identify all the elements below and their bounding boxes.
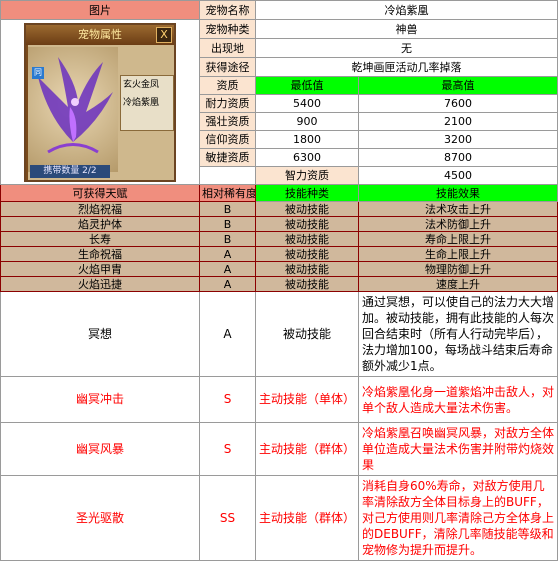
talent-row: 火焰甲胄 A 被动技能 物理防御上升 [0,261,558,277]
obtain-label: 获得途径 [199,57,256,77]
aptitude-min: 900 [255,112,359,131]
talent-rarity: A [199,261,256,277]
skill-type: 被动技能 [255,291,359,377]
obtain-value: 乾坤画匣活动几率掉落 [255,57,558,77]
talent-type: 被动技能 [255,201,359,217]
aptitude-header: 资质 [199,76,256,95]
kind-value: 神兽 [255,19,558,39]
skill-row: 圣光驱散 SS 主动技能（群体） 消耗自身60%寿命，对敌方使用几率清除敌方全体… [0,475,558,561]
talent-row: 长寿 B 被动技能 寿命上限上升 [0,231,558,247]
skill-name: 圣光驱散 [0,475,200,561]
skill-rarity: S [199,376,256,423]
aptitude-min: 4500 [358,166,558,185]
pet-attribute-window: 宠物属性 X 同 玄火金凤 冷焰紫凰 携带数量 2/2 [24,22,176,182]
talent-name: 焰灵护体 [0,216,200,232]
talent-rarity: A [199,276,256,292]
talent-effect: 寿命上限上升 [358,231,558,247]
aptitude-min: 6300 [255,148,359,167]
aptitude-label: 信仰资质 [199,130,256,149]
pet-portrait [28,46,118,172]
picture-header: 图片 [0,0,200,20]
talent-name: 火焰迅捷 [0,276,200,292]
aptitude-label: 智力资质 [255,166,359,185]
skill-type: 主动技能（群体） [255,475,359,561]
window-title: 宠物属性 [26,24,174,45]
aptitude-min: 1800 [255,130,359,149]
talent-effect: 生命上限上升 [358,246,558,262]
aptitude-max: 8700 [358,148,558,167]
aptitude-max: 7600 [358,94,558,113]
phoenix-illustration [38,56,113,153]
talent-rarity: B [199,231,256,247]
talent-effect: 法术防御上升 [358,216,558,232]
talent-type: 被动技能 [255,216,359,232]
pet-name-list[interactable]: 玄火金凤 冷焰紫凰 [120,74,174,131]
skill-name: 冥想 [0,291,200,377]
talent-name: 生命祝福 [0,246,200,262]
talent-type: 被动技能 [255,231,359,247]
talent-row: 生命祝福 A 被动技能 生命上限上升 [0,246,558,262]
pet-name-item[interactable]: 玄火金凤 [123,76,173,94]
skill-type: 主动技能（单体） [255,376,359,423]
skill-effect: 冷焰紫凰化身一道紫焰冲击敌人，对单个敌人造成大量法术伤害。 [358,376,558,423]
name-label: 宠物名称 [199,0,256,20]
kind-label: 宠物种类 [199,19,256,39]
talent-effect: 速度上升 [358,276,558,292]
name-value: 冷焰紫凰 [255,0,558,20]
aptitude-min: 5400 [255,94,359,113]
talent-type: 被动技能 [255,276,359,292]
location-value: 无 [255,38,558,58]
aptitude-max: 3200 [358,130,558,149]
min-header: 最低值 [255,76,359,95]
skill-effect: 消耗自身60%寿命，对敌方使用几率清除敌方全体目标身上的BUFF，对己方使用则几… [358,475,558,561]
talent-header: 可获得天赋 [0,184,200,202]
aptitude-label: 强壮资质 [199,112,256,131]
tag-icon: 同 [32,66,44,79]
skill-row: 冥想 A 被动技能 通过冥想，可以使自己的法力大大增加。被动技能，拥有此技能的人… [0,291,558,377]
aptitude-label: 敏捷资质 [199,148,256,167]
rarity-header: 相对稀有度 [199,184,256,202]
talent-effect: 法术攻击上升 [358,201,558,217]
skill-row: 幽冥风暴 S 主动技能（群体） 冷焰紫凰召唤幽冥风暴，对敌方全体单位造成大量法术… [0,422,558,476]
skill-effect: 冷焰紫凰召唤幽冥风暴，对敌方全体单位造成大量法术伤害并附带灼烧效果 [358,422,558,476]
talent-name: 烈焰祝福 [0,201,200,217]
talent-type: 被动技能 [255,246,359,262]
talent-rarity: B [199,201,256,217]
picture-spacer [199,166,256,185]
carry-count: 携带数量 2/2 [30,164,110,178]
skill-type-header: 技能种类 [255,184,359,202]
close-icon[interactable]: X [156,26,172,43]
window-title-text: 宠物属性 [78,27,122,41]
talent-row: 焰灵护体 B 被动技能 法术防御上升 [0,216,558,232]
talent-rarity: A [199,246,256,262]
aptitude-label: 耐力资质 [199,94,256,113]
skill-rarity: SS [199,475,256,561]
skill-effect: 通过冥想，可以使自己的法力大大增加。被动技能，拥有此技能的人每次回合结束时（所有… [358,291,558,377]
talent-effect: 物理防御上升 [358,261,558,277]
pet-info-table: 图片 宠物名称 冷焰紫凰 宠物属性 X 同 玄火金凤 冷焰紫凰 携带数量 2/2… [0,0,558,561]
skill-name: 幽冥风暴 [0,422,200,476]
skill-name: 幽冥冲击 [0,376,200,423]
talent-rarity: B [199,216,256,232]
skill-rarity: S [199,422,256,476]
location-label: 出现地 [199,38,256,58]
talent-type: 被动技能 [255,261,359,277]
aptitude-max: 2100 [358,112,558,131]
skill-type: 主动技能（群体） [255,422,359,476]
pet-name-item[interactable]: 冷焰紫凰 [123,94,173,112]
skill-rarity: A [199,291,256,377]
talent-name: 火焰甲胄 [0,261,200,277]
talent-name: 长寿 [0,231,200,247]
talent-row: 火焰迅捷 A 被动技能 速度上升 [0,276,558,292]
max-header: 最高值 [358,76,558,95]
skill-row: 幽冥冲击 S 主动技能（单体） 冷焰紫凰化身一道紫焰冲击敌人，对单个敌人造成大量… [0,376,558,423]
talent-row: 烈焰祝福 B 被动技能 法术攻击上升 [0,201,558,217]
pet-picture-cell: 宠物属性 X 同 玄火金凤 冷焰紫凰 携带数量 2/2 [0,19,200,185]
skill-effect-header: 技能效果 [358,184,558,202]
